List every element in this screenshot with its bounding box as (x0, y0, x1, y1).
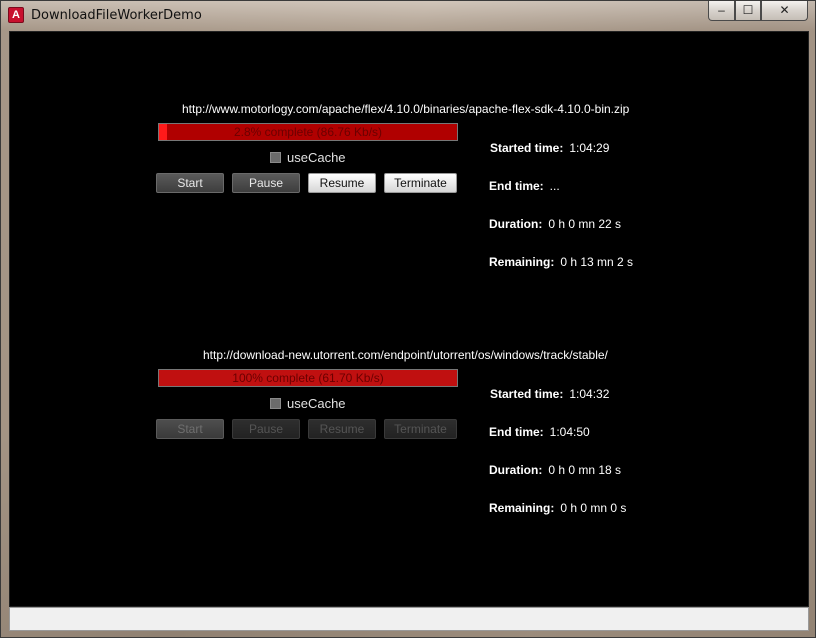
use-cache-label: useCache (287, 396, 346, 411)
remaining-label: Remaining: (489, 255, 555, 269)
app-window: A DownloadFileWorkerDemo – ☐ ✕ http://ww… (0, 0, 816, 638)
started-time-value: 1:04:32 (569, 387, 610, 401)
end-time-value: 1:04:50 (549, 425, 590, 439)
end-time: End time: 1:04:50 (489, 425, 590, 439)
duration: Duration: 0 h 0 mn 22 s (489, 217, 621, 231)
started-time-value: 1:04:29 (569, 141, 610, 155)
status-bar (9, 607, 809, 631)
remaining-label: Remaining: (489, 501, 555, 515)
terminate-button[interactable]: Terminate (384, 419, 457, 439)
started-time: Started time: 1:04:29 (490, 141, 609, 155)
duration-label: Duration: (489, 463, 543, 477)
start-button[interactable]: Start (156, 173, 224, 193)
started-time-label: Started time: (490, 387, 564, 401)
end-time-value: ... (549, 179, 560, 193)
end-time-label: End time: (489, 425, 544, 439)
pause-button[interactable]: Pause (232, 419, 300, 439)
close-button[interactable]: ✕ (761, 1, 808, 21)
terminate-button[interactable]: Terminate (384, 173, 457, 193)
resume-button[interactable]: Resume (308, 173, 376, 193)
download-progress-bar: 2.8% complete (86.76 Kb/s) (158, 123, 458, 141)
remaining: Remaining: 0 h 13 mn 2 s (489, 255, 633, 269)
title-bar[interactable]: A DownloadFileWorkerDemo – ☐ ✕ (1, 1, 816, 31)
use-cache-checkbox[interactable] (270, 398, 281, 409)
start-button[interactable]: Start (156, 419, 224, 439)
duration-label: Duration: (489, 217, 543, 231)
remaining-value: 0 h 13 mn 2 s (560, 255, 634, 269)
pause-button[interactable]: Pause (232, 173, 300, 193)
end-time: End time:... (489, 179, 560, 193)
remaining-value: 0 h 0 mn 0 s (560, 501, 627, 515)
started-time-label: Started time: (490, 141, 564, 155)
download-url: http://download-new.utorrent.com/endpoin… (203, 348, 608, 362)
window-title: DownloadFileWorkerDemo (31, 8, 202, 23)
end-time-label: End time: (489, 179, 544, 193)
progress-label: 2.8% complete (86.76 Kb/s) (233, 125, 383, 139)
download-progress-bar: 100% complete (61.70 Kb/s) (158, 369, 458, 387)
adobe-air-icon: A (8, 7, 24, 23)
maximize-button[interactable]: ☐ (735, 1, 761, 21)
remaining: Remaining: 0 h 0 mn 0 s (489, 501, 626, 515)
use-cache-label: useCache (287, 150, 346, 165)
duration-value: 0 h 0 mn 18 s (548, 463, 622, 477)
started-time: Started time: 1:04:32 (490, 387, 609, 401)
main-content: http://www.motorlogy.com/apache/flex/4.1… (9, 31, 809, 607)
minimize-button[interactable]: – (708, 1, 735, 21)
duration-value: 0 h 0 mn 22 s (548, 217, 622, 231)
use-cache-checkbox[interactable] (270, 152, 281, 163)
resume-button[interactable]: Resume (308, 419, 376, 439)
download-url: http://www.motorlogy.com/apache/flex/4.1… (182, 102, 630, 116)
progress-label: 100% complete (61.70 Kb/s) (232, 371, 384, 385)
duration: Duration: 0 h 0 mn 18 s (489, 463, 621, 477)
